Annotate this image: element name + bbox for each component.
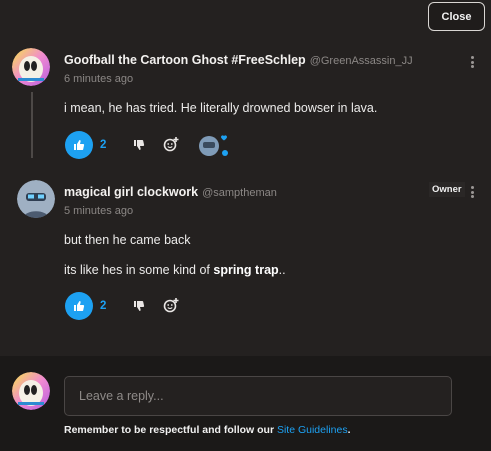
dislike-button[interactable] <box>131 137 147 153</box>
clockwork-avatar-icon[interactable] <box>17 180 55 218</box>
reply-preview[interactable] <box>198 133 232 157</box>
author-handle: @samptheman <box>202 187 277 199</box>
like-button[interactable] <box>65 292 93 320</box>
thumbs-down-icon <box>134 301 145 311</box>
comment-text: i mean, he has tried. He literally drown… <box>64 101 378 115</box>
reply-area: Remember to be respectful and follow our… <box>0 356 491 451</box>
more-options-icon[interactable] <box>466 184 478 200</box>
add-reaction-button[interactable] <box>163 297 179 313</box>
author-handle: @GreenAssassin_JJ <box>309 55 413 67</box>
dislike-button[interactable] <box>131 298 147 314</box>
thumbs-up-icon <box>74 140 85 150</box>
like-button[interactable] <box>65 131 93 159</box>
comment-author[interactable]: Goofball the Cartoon Ghost #FreeSchlep @G… <box>64 53 413 67</box>
current-user-avatar-icon <box>12 372 50 410</box>
reply-input[interactable] <box>64 376 452 416</box>
like-count: 2 <box>100 139 107 151</box>
add-reaction-button[interactable] <box>163 136 179 152</box>
like-count: 2 <box>100 300 107 312</box>
reply-avatar-icon <box>199 135 228 156</box>
comment-time: 6 minutes ago <box>64 73 134 85</box>
close-button[interactable]: Close <box>428 2 485 31</box>
site-guidelines-link[interactable]: Site Guidelines <box>277 424 348 436</box>
add-emoji-icon <box>163 137 179 152</box>
more-options-icon[interactable] <box>466 54 478 70</box>
ghost-avatar-icon[interactable] <box>12 48 50 86</box>
thumbs-up-icon <box>74 301 85 311</box>
thumbs-down-icon <box>134 140 145 150</box>
add-emoji-icon <box>163 298 179 313</box>
comment-author[interactable]: magical girl clockwork @samptheman <box>64 185 277 199</box>
comment-text-line-2: its like hes in some kind of spring trap… <box>64 263 286 277</box>
comment-time: 5 minutes ago <box>64 205 134 217</box>
thread-line <box>31 92 33 158</box>
comment-text: but then he came back <box>64 233 191 247</box>
guidelines-text: Remember to be respectful and follow our… <box>64 424 351 436</box>
owner-badge: Owner <box>429 182 465 197</box>
bold-text: spring trap <box>213 263 279 277</box>
